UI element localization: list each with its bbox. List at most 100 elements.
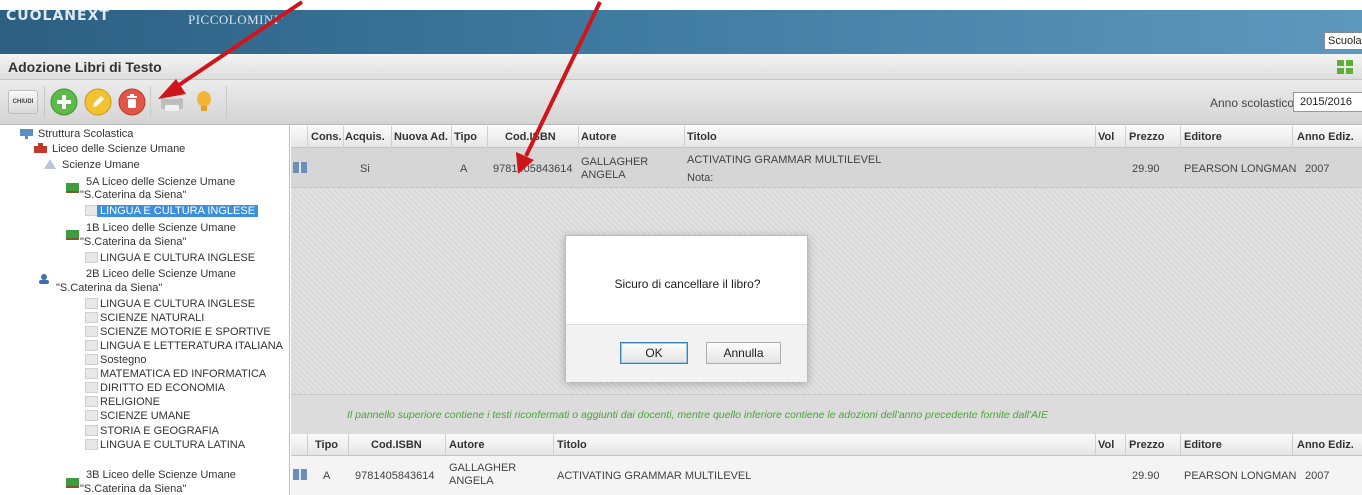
table-row[interactable]: A 9781405843614 GALLAGHER ANGELA ACTIVAT… [291, 456, 1362, 495]
col-anno[interactable]: Anno Ediz. [1297, 131, 1354, 143]
col-separator [1095, 126, 1096, 148]
window-titlebar: Adozione Libri di Testo [0, 54, 1362, 80]
col-autore[interactable]: Autore [449, 439, 484, 451]
subject-icon [85, 340, 98, 351]
col-separator [391, 126, 392, 148]
subject-icon [85, 382, 98, 393]
col-vol[interactable]: Vol [1098, 439, 1114, 451]
tree-subject[interactable]: SCIENZE NATURALI [100, 312, 204, 324]
close-button[interactable]: CHIUDI [8, 90, 38, 114]
tree-subject[interactable]: SCIENZE UMANE [100, 410, 190, 422]
col-separator [578, 126, 579, 148]
tree-class-1b-school[interactable]: "S.Caterina da Siena" [80, 236, 186, 248]
tree-subject[interactable]: LINGUA E LETTERATURA ITALIANA [100, 340, 283, 352]
col-vol[interactable]: Vol [1098, 131, 1114, 143]
tree-subject[interactable]: LINGUA E CULTURA INGLESE [100, 298, 255, 310]
col-nuova-ad[interactable]: Nuova Ad. [394, 131, 448, 143]
school-name: PICCOLOMINI" [188, 12, 285, 27]
book-icon[interactable] [293, 162, 307, 173]
edit-pencil-icon[interactable] [84, 88, 112, 116]
tree-subject[interactable]: LINGUA E CULTURA LATINA [100, 439, 245, 451]
tree-subject[interactable]: STORIA E GEOGRAFIA [100, 425, 219, 437]
col-titolo[interactable]: Titolo [557, 439, 587, 451]
scope-select[interactable]: Scuola [1324, 32, 1362, 50]
tree-subject[interactable]: Sostegno [100, 354, 146, 366]
subject-icon [85, 312, 98, 323]
tree-class-2b-school[interactable]: "S.Caterina da Siena" [56, 282, 162, 294]
col-separator [307, 434, 308, 456]
col-editore[interactable]: Editore [1184, 131, 1222, 143]
cell-acquis: Si [360, 163, 370, 175]
col-acquis[interactable]: Acquis. [345, 131, 385, 143]
cell-tipo: A [323, 470, 331, 482]
col-separator [445, 434, 446, 456]
book-icon[interactable] [293, 469, 307, 480]
subject-icon [85, 425, 98, 436]
cancel-button[interactable]: Annulla [706, 342, 781, 364]
tree-subject-selected[interactable]: LINGUA E CULTURA INGLESE [97, 205, 259, 217]
tree-subject[interactable]: SCIENZE MOTORIE E SPORTIVE [100, 326, 271, 338]
col-separator [348, 434, 349, 456]
cell-isbn: 9781405843614 [355, 470, 435, 482]
cell-tipo: A [460, 163, 468, 175]
col-separator [1125, 126, 1126, 148]
col-cons[interactable]: Cons. [311, 131, 342, 143]
tree-class-1b[interactable]: 1B Liceo delle Scienze Umane [86, 222, 236, 234]
tree-class-3b-school[interactable]: "S.Caterina da Siena" [80, 483, 186, 495]
structure-icon [20, 129, 33, 139]
print-icon[interactable] [158, 88, 186, 116]
tree-school[interactable]: Liceo delle Scienze Umane [52, 143, 185, 155]
school-year-input[interactable]: 2015/2016 [1293, 92, 1362, 112]
col-prezzo[interactable]: Prezzo [1129, 439, 1164, 451]
subject-icon [85, 396, 98, 407]
tree-class-3b[interactable]: 3B Liceo delle Scienze Umane [86, 469, 236, 481]
col-separator [1095, 434, 1096, 456]
cell-prezzo: 29.90 [1132, 470, 1160, 482]
col-separator [1292, 434, 1293, 456]
cell-autore: GALLAGHER [449, 462, 517, 474]
tree-root[interactable]: Struttura Scolastica [38, 128, 133, 140]
col-separator [684, 126, 685, 148]
table-row[interactable]: Si A 9781405843614 GALLAGHER ANGELA ACTI… [291, 148, 1362, 188]
col-editore[interactable]: Editore [1184, 439, 1222, 451]
tree-class-2b[interactable]: 2B Liceo delle Scienze Umane [86, 268, 236, 280]
maximize-grid-icon[interactable] [1337, 60, 1353, 74]
col-tipo[interactable]: Tipo [315, 439, 338, 451]
dialog-footer: OK Annulla [566, 324, 807, 382]
cell-anno: 2007 [1305, 163, 1330, 175]
tree-subject[interactable]: LINGUA E CULTURA INGLESE [100, 252, 255, 264]
delete-trash-icon[interactable] [118, 88, 146, 116]
col-titolo[interactable]: Titolo [687, 131, 717, 143]
lightbulb-icon[interactable] [190, 88, 218, 116]
confirmed-books-grid: Cons. Acquis. Nuova Ad. Tipo Cod.ISBN Au… [291, 126, 1362, 394]
teacher-icon [39, 274, 49, 284]
col-prezzo[interactable]: Prezzo [1129, 131, 1164, 143]
grid-header: Cons. Acquis. Nuova Ad. Tipo Cod.ISBN Au… [291, 126, 1362, 148]
tree-subject[interactable]: DIRITTO ED ECONOMIA [100, 382, 225, 394]
classroom-icon [66, 230, 79, 240]
confirm-delete-dialog: Sicuro di cancellare il libro? OK Annull… [565, 235, 808, 382]
add-icon[interactable] [50, 88, 78, 116]
col-tipo[interactable]: Tipo [454, 131, 477, 143]
school-structure-tree: Struttura Scolastica Liceo delle Scienze… [0, 126, 290, 495]
tree-class-5a-school[interactable]: "S.Caterina da Siena" [80, 189, 186, 201]
col-isbn[interactable]: Cod.ISBN [371, 439, 422, 451]
tree-subject[interactable]: RELIGIONE [100, 396, 160, 408]
cell-autore-2: ANGELA [449, 475, 494, 487]
col-anno[interactable]: Anno Ediz. [1297, 439, 1354, 451]
ok-button[interactable]: OK [620, 342, 688, 364]
tree-class-5a[interactable]: 5A Liceo delle Scienze Umane [86, 176, 235, 188]
subject-icon [85, 252, 98, 263]
cell-autore: GALLAGHER [581, 156, 649, 168]
tree-course[interactable]: Scienze Umane [62, 159, 140, 171]
col-separator [307, 126, 308, 148]
tree-subject[interactable]: MATEMATICA ED INFORMATICA [100, 368, 266, 380]
school-icon [34, 143, 47, 153]
col-autore[interactable]: Autore [581, 131, 616, 143]
col-separator [1180, 126, 1181, 148]
classroom-icon [66, 183, 79, 193]
document-top-strip [0, 0, 1362, 10]
col-separator [1125, 434, 1126, 456]
col-isbn[interactable]: Cod.ISBN [505, 131, 556, 143]
col-separator [487, 126, 488, 148]
